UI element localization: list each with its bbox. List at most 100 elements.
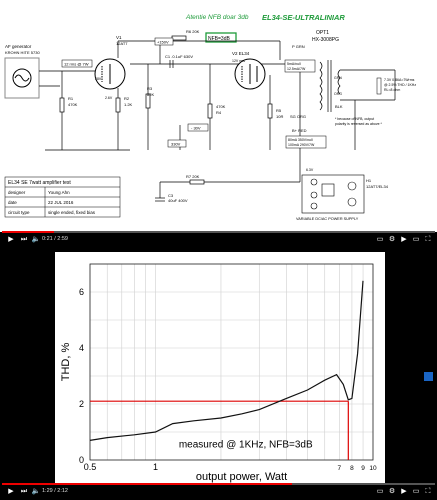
svg-text:6.3V: 6.3V	[306, 168, 314, 172]
svg-text:KROHN HITE 5730: KROHN HITE 5730	[5, 50, 40, 55]
progress-bar-bottom[interactable]	[2, 483, 435, 485]
svg-text:designer: designer	[8, 190, 26, 195]
x-tick-label: 1	[153, 462, 158, 472]
theater-icon[interactable]: ▭	[411, 487, 421, 497]
svg-text:HX-3008PG: HX-3008PG	[312, 37, 339, 43]
youtube-icon[interactable]: ▶	[399, 235, 409, 245]
svg-text:2.6V: 2.6V	[105, 96, 113, 100]
svg-text:82K: 82K	[147, 92, 154, 97]
schematic-title: EL34-SE-ULTRALINIAR	[262, 13, 345, 22]
svg-text:* because of NFB, output: * because of NFB, output	[335, 117, 374, 121]
svg-text:7.3V 0.86A=7Wrms: 7.3V 0.86A=7Wrms	[384, 78, 415, 82]
svg-text:@ 2.5% THD / 1KHz: @ 2.5% THD / 1KHz	[384, 83, 416, 87]
captions-icon[interactable]: ▭	[375, 235, 385, 245]
svg-text:VARIABLE DC/AC POWER SUPPLY: VARIABLE DC/AC POWER SUPPLY	[296, 217, 359, 221]
svg-text:12.5mA/7W: 12.5mA/7W	[287, 67, 306, 71]
svg-text:R2: R2	[124, 96, 130, 101]
fullscreen-icon[interactable]: ⛶	[423, 487, 433, 497]
svg-text:100mA 290V/7W: 100mA 290V/7W	[288, 143, 315, 147]
x-tick-label: 10	[369, 465, 377, 472]
svg-text:H1: H1	[366, 178, 372, 183]
settings-icon[interactable]: ⚙	[387, 487, 397, 497]
svg-text:GRN: GRN	[334, 76, 342, 80]
svg-text:B+ RED: B+ RED	[292, 128, 307, 133]
af-generator	[4, 57, 40, 99]
svg-text:single ended, fixed bias: single ended, fixed bias	[48, 210, 96, 215]
time-display-bottom: 1:29 / 2:12	[42, 488, 68, 494]
play-icon[interactable]: ▶	[6, 487, 16, 497]
svg-text:10R: 10R	[276, 114, 283, 119]
progress-fill-bottom	[2, 483, 293, 485]
svg-text:22 JUL 2016: 22 JUL 2016	[48, 200, 74, 205]
svg-text:R5: R5	[276, 108, 282, 113]
svg-text:80mA 350V/null: 80mA 350V/null	[288, 138, 313, 142]
svg-text:12V rms: 12V rms	[232, 59, 245, 63]
player-controls-top: ▶ ⏭ 🔈 0:21 / 2:59 ▭ ⚙ ▶ ▭ ⛶	[0, 231, 437, 248]
svg-text:BLK: BLK	[335, 104, 343, 109]
svg-text:12AT7/EL34: 12AT7/EL34	[366, 184, 389, 189]
volume-icon[interactable]: 🔈	[31, 487, 41, 497]
svg-text:C1 .0.1uF 630V: C1 .0.1uF 630V	[165, 54, 193, 59]
schematic-frame: Atentie NFB doar 3db EL34-SE-ULTRALINIAR…	[0, 0, 437, 232]
x-tick-label: 8	[350, 465, 354, 472]
thd-series-line	[89, 280, 364, 441]
play-icon[interactable]: ▶	[6, 235, 16, 245]
svg-text:Young Ahn: Young Ahn	[48, 190, 70, 195]
svg-text:330V: 330V	[171, 142, 181, 147]
x-tick-label: 0.5	[84, 462, 97, 472]
volume-icon[interactable]: 🔈	[31, 235, 41, 245]
time-display-top: 0:21 / 2:59	[42, 236, 68, 242]
plot-frame	[89, 263, 374, 461]
svg-text:circuit type: circuit type	[8, 210, 30, 215]
top-video-player[interactable]: Atentie NFB doar 3db EL34-SE-ULTRALINIAR…	[0, 0, 437, 248]
svg-text:OPT1: OPT1	[316, 30, 329, 36]
progress-fill-top	[2, 231, 54, 233]
svg-text:P GRN: P GRN	[292, 44, 305, 49]
side-tab-icon[interactable]	[424, 372, 433, 381]
svg-text:+150V: +150V	[157, 40, 169, 45]
x-axis-label: output power, Watt	[196, 471, 287, 483]
thd-chart: 02460.5 1 7 8 9 10THD, %output power, Wattmea…	[60, 263, 377, 483]
svg-text:RL=8 ohm: RL=8 ohm	[384, 88, 400, 92]
tube-v2	[234, 58, 266, 90]
svg-text:polarity is reversed as above: polarity is reversed as above *	[335, 122, 383, 126]
settings-icon[interactable]: ⚙	[387, 235, 397, 245]
svg-text:SG ORG: SG ORG	[290, 114, 306, 119]
svg-text:R3: R3	[147, 86, 153, 91]
svg-text:28V: 28V	[95, 77, 102, 81]
svg-text:12 rms @ 7W: 12 rms @ 7W	[64, 62, 89, 67]
svg-text:V1: V1	[116, 35, 122, 40]
svg-text:40uF 400V: 40uF 400V	[168, 198, 188, 203]
youtube-icon[interactable]: ▶	[399, 487, 409, 497]
bottom-video-player[interactable]: 0 2 4 6 0.5 1 7 8 9 10 THD, % output power, Watt mea…	[0, 252, 437, 500]
progress-bar-top[interactable]	[2, 231, 435, 233]
y-axis-label: THD, %	[60, 343, 72, 382]
svg-text:R6 20K: R6 20K	[186, 29, 200, 34]
chart-annotation: measured @ 1KHz, NFB=3dB	[179, 439, 313, 450]
skip-next-icon[interactable]: ⏭	[19, 487, 29, 497]
info-table-title: EL34 SE 7watt amplifier test	[8, 180, 71, 186]
svg-text:R7 20K: R7 20K	[186, 174, 200, 179]
captions-icon[interactable]: ▭	[375, 487, 385, 497]
y-tick-label: 4	[79, 343, 84, 353]
skip-next-icon[interactable]: ⏭	[19, 235, 29, 245]
player-controls-bottom: ▶ ⏭ 🔈 1:29 / 2:12 ▭ ⚙ ▶ ▭ ⛶	[0, 483, 437, 500]
y-tick-label: 2	[79, 399, 84, 409]
fullscreen-icon[interactable]: ⛶	[423, 235, 433, 245]
svg-text:5mA/null: 5mA/null	[287, 62, 301, 66]
tube-v1	[94, 58, 126, 90]
svg-text:AF generator: AF generator	[5, 44, 32, 49]
svg-text:- 30V: - 30V	[191, 126, 201, 131]
svg-text:12AT7: 12AT7	[116, 41, 128, 46]
power-supply	[301, 174, 365, 214]
chart-frame: 0 2 4 6 0.5 1 7 8 9 10 THD, % output power, Watt mea…	[55, 252, 385, 484]
annotation-text: Atentie NFB doar 3db	[185, 14, 249, 21]
svg-text:V2 EL34: V2 EL34	[232, 51, 250, 56]
svg-text:470K: 470K	[216, 104, 226, 109]
svg-text:1.2K: 1.2K	[124, 102, 133, 107]
theater-icon[interactable]: ▭	[411, 235, 421, 245]
svg-text:date: date	[8, 200, 17, 205]
svg-text:ORG: ORG	[334, 92, 342, 96]
svg-text:470K: 470K	[68, 102, 78, 107]
x-tick-label: 9	[361, 465, 365, 472]
